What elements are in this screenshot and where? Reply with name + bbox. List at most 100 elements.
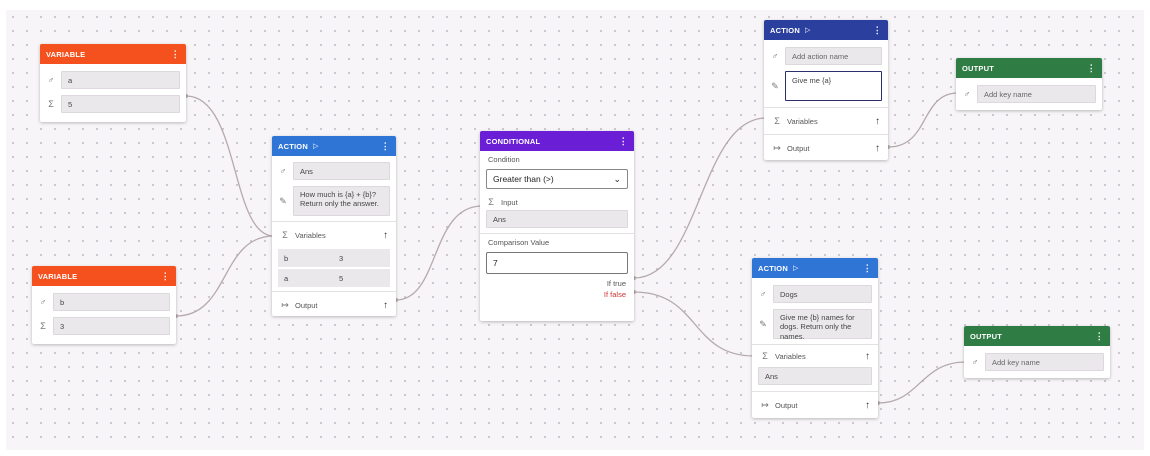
condition-label: Condition — [488, 155, 520, 164]
input-value-field[interactable]: Ans — [486, 210, 628, 228]
variable-name-field[interactable]: b — [53, 293, 170, 311]
prompt-field[interactable]: Give me {a} — [785, 71, 882, 101]
output-node-2[interactable]: OUTPUT ⋮ ♂ Add key name — [964, 326, 1110, 378]
prompt-field[interactable]: Give me {b} names for dogs. Return only … — [773, 309, 872, 341]
output-label: Output — [787, 143, 810, 153]
if-false-branch[interactable]: If false — [480, 289, 634, 300]
action-node-ans[interactable]: ACTION ▷ ⋮ ♂ Ans ✎ How much is {a} + {b}… — [272, 136, 396, 316]
kebab-menu-icon[interactable]: ⋮ — [1095, 331, 1104, 342]
action-name-field[interactable]: Add action name — [785, 47, 882, 65]
conditional-node[interactable]: CONDITIONAL ⋮ Condition Greater than (>)… — [480, 131, 634, 321]
kebab-menu-icon[interactable]: ⋮ — [1087, 63, 1096, 74]
output-arrow-icon: ↦ — [281, 299, 289, 310]
output-arrow-icon: ↦ — [773, 142, 781, 153]
output-section[interactable]: ↦ Output ↑ — [764, 134, 888, 161]
prompt-field[interactable]: How much is {a} + {b}? Return only the a… — [293, 186, 390, 216]
key-icon: ♂ — [759, 289, 767, 299]
variables-label: Variables — [295, 230, 326, 240]
node-header[interactable]: ACTION ▷ ⋮ — [272, 136, 396, 156]
arrow-up-icon[interactable]: ↑ — [383, 230, 388, 241]
variable-row: a 5 — [278, 269, 390, 287]
node-title: ACTION — [758, 263, 788, 273]
variable-key: a — [284, 273, 289, 283]
variables-section[interactable]: Σ Variables ↑ — [764, 107, 888, 134]
play-icon[interactable]: ▷ — [805, 26, 811, 34]
kebab-menu-icon[interactable]: ⋮ — [863, 263, 872, 274]
output-node-1[interactable]: OUTPUT ⋮ ♂ Add key name — [956, 58, 1102, 110]
variable-name-field[interactable]: a — [61, 71, 180, 89]
key-name-field[interactable]: Add key name — [985, 353, 1104, 371]
arrow-up-icon[interactable]: ↑ — [875, 116, 880, 127]
kebab-menu-icon[interactable]: ⋮ — [381, 141, 390, 152]
node-title: CONDITIONAL — [486, 136, 541, 146]
variable-value: 5 — [339, 273, 344, 283]
output-section[interactable]: ↦ Output ↑ — [272, 291, 396, 318]
sigma-icon: Σ — [282, 230, 288, 240]
variable-row: b 3 — [278, 249, 390, 267]
node-title: ACTION — [278, 141, 308, 151]
variables-section[interactable]: Σ Variables ↑ — [752, 344, 878, 367]
node-header[interactable]: ACTION ▷ ⋮ — [764, 20, 888, 40]
sigma-icon: Σ — [488, 197, 494, 207]
variable-value-field[interactable]: 3 — [53, 317, 170, 335]
action-node-unnamed[interactable]: ACTION ▷ ⋮ ♂ Add action name ✎ Give me {… — [764, 20, 888, 160]
variable-value-field[interactable]: Ans — [758, 367, 872, 385]
node-header[interactable]: ACTION ▷ ⋮ — [752, 258, 878, 278]
input-label: Input — [501, 197, 518, 207]
variable-value-field[interactable]: 5 — [61, 95, 180, 113]
comparison-value-input[interactable]: 7 — [486, 252, 628, 274]
action-name-field[interactable]: Ans — [293, 162, 390, 180]
variables-label: Variables — [787, 116, 818, 126]
pencil-icon: ✎ — [759, 318, 767, 329]
condition-value: Greater than (>) — [493, 174, 554, 184]
key-icon: ♂ — [47, 75, 55, 85]
node-header[interactable]: CONDITIONAL ⋮ — [480, 131, 634, 151]
key-icon: ♂ — [771, 51, 779, 61]
node-title: VARIABLE — [46, 49, 86, 59]
pencil-icon: ✎ — [771, 80, 779, 91]
chevron-down-icon: ⌄ — [613, 173, 621, 184]
play-icon[interactable]: ▷ — [793, 264, 799, 272]
key-icon: ♂ — [279, 166, 287, 176]
output-section[interactable]: ↦ Output ↑ — [752, 391, 878, 418]
variables-section[interactable]: Σ Variables ↑ — [272, 221, 396, 248]
variable-key: b — [284, 253, 289, 263]
sigma-icon: Σ — [762, 351, 768, 361]
kebab-menu-icon[interactable]: ⋮ — [171, 49, 180, 60]
sigma-icon: Σ — [774, 116, 780, 126]
kebab-menu-icon[interactable]: ⋮ — [619, 136, 628, 147]
node-header[interactable]: VARIABLE ⋮ — [32, 266, 176, 286]
if-true-branch[interactable]: If true — [480, 278, 634, 289]
node-header[interactable]: VARIABLE ⋮ — [40, 44, 186, 64]
key-icon: ♂ — [39, 297, 47, 307]
node-title: OUTPUT — [962, 63, 995, 73]
condition-select[interactable]: Greater than (>) ⌄ — [486, 169, 628, 189]
sigma-icon: Σ — [48, 99, 54, 109]
node-title: VARIABLE — [38, 271, 78, 281]
output-arrow-icon: ↦ — [761, 399, 769, 410]
output-label: Output — [295, 300, 318, 310]
output-label: Output — [775, 400, 798, 410]
variable-node-a[interactable]: VARIABLE ⋮ ♂ a Σ 5 — [40, 44, 186, 122]
action-node-dogs[interactable]: ACTION ▷ ⋮ ♂ Dogs ✎ Give me {b} names fo… — [752, 258, 878, 418]
play-icon[interactable]: ▷ — [313, 142, 319, 150]
variables-label: Variables — [775, 351, 806, 361]
node-title: ACTION — [770, 25, 800, 35]
kebab-menu-icon[interactable]: ⋮ — [873, 25, 882, 36]
node-header[interactable]: OUTPUT ⋮ — [964, 326, 1110, 346]
variable-node-b[interactable]: VARIABLE ⋮ ♂ b Σ 3 — [32, 266, 176, 344]
arrow-up-icon[interactable]: ↑ — [865, 351, 870, 362]
variable-value: 3 — [339, 253, 344, 263]
arrow-up-icon[interactable]: ↑ — [383, 300, 388, 311]
key-icon: ♂ — [963, 89, 971, 99]
pencil-icon: ✎ — [279, 195, 287, 206]
arrow-up-icon[interactable]: ↑ — [875, 143, 880, 154]
kebab-menu-icon[interactable]: ⋮ — [161, 271, 170, 282]
arrow-up-icon[interactable]: ↑ — [865, 400, 870, 411]
key-icon: ♂ — [971, 357, 979, 367]
sigma-icon: Σ — [40, 321, 46, 331]
action-name-field[interactable]: Dogs — [773, 285, 872, 303]
comparison-label: Comparison Value — [488, 238, 550, 247]
key-name-field[interactable]: Add key name — [977, 85, 1096, 103]
node-header[interactable]: OUTPUT ⋮ — [956, 58, 1102, 78]
